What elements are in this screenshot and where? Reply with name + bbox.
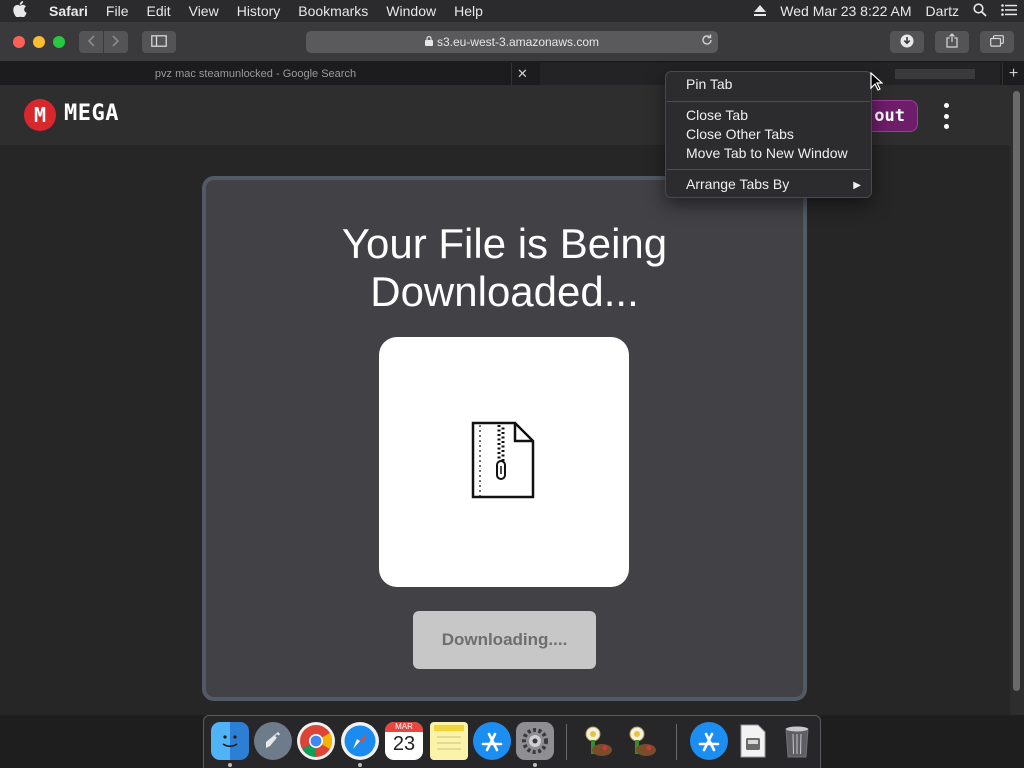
menu-file[interactable]: File (97, 3, 138, 19)
menu-bookmarks[interactable]: Bookmarks (289, 3, 377, 19)
notes-icon[interactable] (430, 722, 468, 760)
download-card: Your File is Being Downloaded... Downloa… (202, 176, 807, 701)
page-title: Your File is Being Downloaded... (206, 220, 803, 316)
menu-separator (667, 101, 870, 102)
close-tab-icon[interactable]: ✕ (517, 66, 528, 82)
tab-google-search[interactable]: pvz mac steamunlocked - Google Search (0, 63, 512, 85)
back-button[interactable] (79, 31, 103, 53)
fullscreen-window-button[interactable] (53, 36, 65, 48)
calendar-day: 23 (392, 733, 416, 755)
menu-edit[interactable]: Edit (137, 3, 179, 19)
tab-overview-button[interactable] (980, 31, 1014, 53)
mouse-cursor-icon (870, 72, 883, 91)
notification-center-icon[interactable] (994, 3, 1024, 19)
scrollbar-thumb[interactable] (1013, 91, 1020, 691)
downloading-label: Downloading.... (441, 630, 568, 649)
calendar-month: MAR (385, 722, 423, 732)
menu-item-pin-tab[interactable]: Pin Tab (686, 75, 732, 94)
safari-running-indicator (358, 763, 362, 767)
menu-help[interactable]: Help (445, 3, 492, 19)
menu-window[interactable]: Window (377, 3, 445, 19)
share-button[interactable] (935, 31, 969, 53)
chevron-left-icon (87, 34, 95, 50)
menu-view[interactable]: View (180, 3, 228, 19)
title-line-1: Your File is Being (341, 220, 668, 267)
macos-menu-bar: Safari File Edit View History Bookmarks … (0, 0, 1024, 22)
menubar-user[interactable]: Dartz (919, 3, 966, 19)
dock-separator (566, 724, 567, 760)
app-store-icon[interactable] (473, 722, 511, 760)
browser-toolbar: s3.eu-west-3.amazonaws.com (0, 22, 1024, 62)
mega-logo-text[interactable]: MEGA (64, 101, 119, 126)
macos-dock: MAR 23 (203, 715, 821, 768)
address-bar[interactable]: s3.eu-west-3.amazonaws.com (306, 31, 718, 53)
plants-vs-zombies-icon[interactable] (624, 722, 662, 760)
system-preferences-running-indicator (533, 763, 537, 767)
checkout-label: out (874, 106, 905, 126)
menu-separator (667, 169, 870, 170)
menu-item-close-tab[interactable]: Close Tab (686, 106, 748, 125)
new-tab-button[interactable]: + (1002, 63, 1024, 85)
menu-item-arrange-tabs-by[interactable]: Arrange Tabs By (686, 175, 789, 194)
mega-logo-icon[interactable]: M (24, 99, 56, 131)
download-icon (900, 34, 914, 51)
sidebar-toggle-button[interactable] (142, 31, 176, 53)
app-store-icon[interactable] (690, 722, 728, 760)
disk-image-icon[interactable] (734, 722, 772, 760)
system-preferences-icon[interactable] (516, 722, 554, 760)
menubar-clock[interactable]: Wed Mar 23 8:22 AM (773, 3, 918, 19)
finder-icon[interactable] (211, 722, 249, 760)
minimize-window-button[interactable] (33, 36, 45, 48)
tab-context-menu: Pin Tab Close Tab Close Other Tabs Move … (665, 71, 872, 198)
tab-title: pvz mac steamunlocked - Google Search (154, 68, 357, 80)
menu-safari[interactable]: Safari (40, 3, 97, 19)
submenu-arrow-icon: ▶ (853, 180, 861, 191)
menu-history[interactable]: History (228, 3, 290, 19)
downloads-button[interactable] (890, 31, 924, 53)
address-url: s3.eu-west-3.amazonaws.com (436, 35, 600, 49)
sidebar-icon (151, 34, 167, 50)
menu-item-move-tab-to-new-window[interactable]: Move Tab to New Window (686, 144, 848, 163)
finder-running-indicator (228, 763, 232, 767)
file-preview (379, 337, 629, 587)
apple-menu-icon[interactable] (0, 1, 40, 21)
close-window-button[interactable] (13, 36, 25, 48)
calendar-icon[interactable]: MAR 23 (385, 722, 423, 760)
title-line-2: Downloaded... (370, 268, 639, 315)
downloading-status-button[interactable]: Downloading.... (413, 611, 596, 669)
safari-icon[interactable] (341, 722, 379, 760)
plus-icon: + (1008, 65, 1019, 82)
chevron-right-icon (112, 34, 120, 50)
launchpad-icon[interactable] (254, 722, 292, 760)
tab-title-obscured (895, 69, 975, 79)
zip-file-icon (471, 421, 535, 499)
reload-icon[interactable] (701, 34, 713, 49)
tab-overview-icon (990, 34, 1004, 50)
forward-button[interactable] (104, 31, 128, 53)
eject-icon[interactable] (747, 3, 773, 19)
menu-item-close-other-tabs[interactable]: Close Other Tabs (686, 125, 794, 144)
share-icon (946, 33, 958, 51)
page-scrollbar[interactable] (1010, 85, 1024, 715)
lock-icon (424, 36, 433, 48)
spotlight-search-icon[interactable] (966, 2, 994, 20)
trash-icon[interactable] (778, 722, 816, 760)
more-options-icon[interactable] (938, 103, 954, 129)
dock-separator (676, 724, 677, 760)
plants-vs-zombies-icon[interactable] (580, 722, 618, 760)
chrome-icon[interactable] (297, 722, 335, 760)
